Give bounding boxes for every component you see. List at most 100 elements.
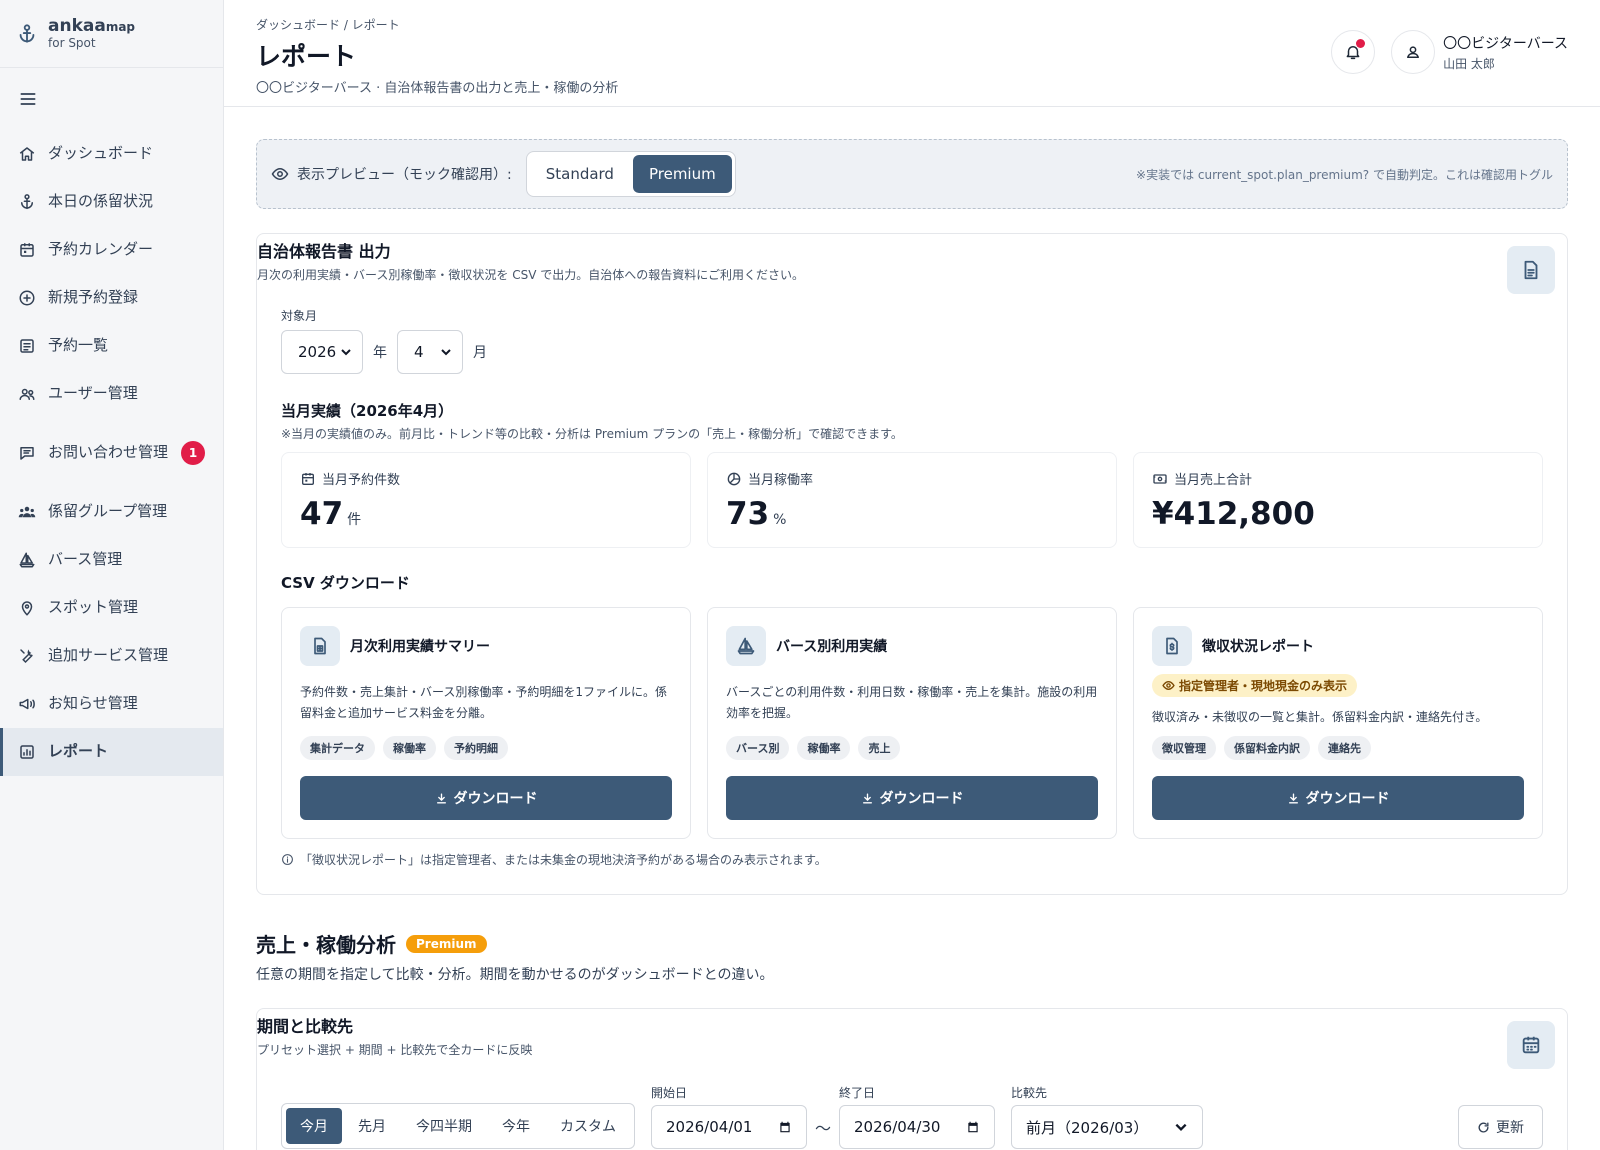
user-name: 〇〇ビジターバース bbox=[1443, 35, 1568, 52]
sidebar-item-dashboard[interactable]: ダッシュボード bbox=[0, 130, 223, 178]
kpi-occupancy: 当月稼働率 73% bbox=[707, 452, 1117, 548]
sidebar-item-reservation-list[interactable]: 予約一覧 bbox=[0, 322, 223, 370]
tool-icon bbox=[20, 649, 33, 664]
pie-chart-icon bbox=[727, 472, 741, 485]
download-card-description: 徴収済み・未徴収の一覧と集計。係留料金内訳・連絡先付き。 bbox=[1152, 710, 1488, 724]
sidebar-item-label: 予約一覧 bbox=[48, 336, 109, 355]
sidebar-item-label: 本日の係留状況 bbox=[48, 192, 154, 211]
tag: 稼働率 bbox=[383, 736, 436, 760]
year-select[interactable]: 2026 bbox=[281, 330, 363, 374]
download-card-monthly-summary: 月次利用実績サマリー 予約件数・売上集計・バース別稼働率・予約明細を1ファイルに… bbox=[281, 607, 691, 839]
report-icon bbox=[20, 745, 34, 759]
user-menu[interactable]: 〇〇ビジターバース 山田 太郎 bbox=[1391, 30, 1568, 74]
sidebar-item-new-reservation[interactable]: 新規予約登録 bbox=[0, 274, 223, 322]
card-description: プリセット選択 + 期間 + 比較先で全カードに反映 bbox=[257, 1043, 533, 1057]
sidebar-item-users[interactable]: ユーザー管理 bbox=[0, 370, 223, 418]
hamburger-icon bbox=[20, 93, 36, 105]
brand-name: ankaamap bbox=[48, 16, 136, 36]
sidebar-item-spots[interactable]: スポット管理 bbox=[0, 584, 223, 632]
period-controls: 今月 先月 今四半期 今年 カスタム 開始日 2026/04/01 〜 終了日 … bbox=[257, 1084, 1567, 1149]
visibility-badge-label: 指定管理者・現地現金のみ表示 bbox=[1179, 679, 1348, 693]
download-card-title: 月次利用実績サマリー bbox=[350, 639, 490, 655]
plan-standard-button[interactable]: Standard bbox=[530, 155, 630, 193]
card-icon-box bbox=[1507, 1021, 1555, 1069]
refresh-button[interactable]: 更新 bbox=[1458, 1105, 1543, 1149]
visibility-badge: 指定管理者・現地現金のみ表示 bbox=[1152, 674, 1358, 697]
map-pin-icon bbox=[21, 601, 33, 616]
start-date-label: 開始日 bbox=[651, 1086, 688, 1100]
file-dollar-icon-box bbox=[1152, 626, 1192, 666]
kpi-label: 当月稼働率 bbox=[748, 473, 814, 488]
breadcrumb[interactable]: ダッシュボード / レポート bbox=[256, 16, 618, 33]
inquiry-count-badge: 1 bbox=[181, 441, 205, 465]
preset-this-month[interactable]: 今月 bbox=[286, 1108, 342, 1144]
sidebar-item-label: 係留グループ管理 bbox=[48, 502, 168, 521]
sidebar-item-inquiries[interactable]: お問い合わせ管理 1 bbox=[0, 418, 223, 488]
start-date-input[interactable]: 2026/04/01 bbox=[651, 1105, 807, 1149]
plan-premium-button[interactable]: Premium bbox=[632, 155, 732, 193]
kpi-value: 47 bbox=[300, 496, 344, 532]
file-spreadsheet-icon-box bbox=[300, 626, 340, 666]
sailboat-icon-box bbox=[726, 626, 766, 666]
download-monthly-summary-button[interactable]: ダウンロード bbox=[300, 776, 672, 820]
sidebar-item-mooring-groups[interactable]: 係留グループ管理 bbox=[0, 488, 223, 536]
refresh-icon bbox=[1478, 1121, 1489, 1133]
file-spreadsheet-icon bbox=[314, 637, 326, 655]
user-sub: 山田 太郎 bbox=[1443, 56, 1495, 71]
sidebar-item-calendar[interactable]: 予約カレンダー bbox=[0, 226, 223, 274]
analysis-subtitle: 任意の期間を指定して比較・分析。期間を動かせるのがダッシュボードとの違い。 bbox=[256, 967, 774, 983]
sidebar-item-reports[interactable]: レポート bbox=[0, 728, 223, 776]
preset-this-quarter[interactable]: 今四半期 bbox=[402, 1108, 486, 1144]
calendar-icon bbox=[968, 1121, 978, 1133]
card-title: 自治体報告書 出力 bbox=[257, 242, 391, 261]
preset-this-year[interactable]: 今年 bbox=[488, 1108, 544, 1144]
megaphone-icon bbox=[19, 698, 35, 710]
download-card-title: バース別利用実績 bbox=[776, 639, 888, 655]
download-card-collection-status: 徴収状況レポート 指定管理者・現地現金のみ表示 徴収済み・未徴収の一覧と集計。係… bbox=[1133, 607, 1543, 839]
sidebar-item-extra-services[interactable]: 追加サービス管理 bbox=[0, 632, 223, 680]
period-comparison-card: 期間と比較先 プリセット選択 + 期間 + 比較先で全カードに反映 今月 先月 … bbox=[256, 1008, 1568, 1150]
sidebar-item-label: ダッシュボード bbox=[48, 144, 154, 163]
tag: 徴収管理 bbox=[1152, 736, 1216, 760]
download-button-label: ダウンロード bbox=[1305, 791, 1390, 807]
home-icon bbox=[19, 147, 35, 161]
sidebar-item-label: ユーザー管理 bbox=[48, 384, 138, 403]
compare-select[interactable]: 前月（2026/03） bbox=[1011, 1105, 1204, 1149]
sailboat-icon bbox=[737, 637, 755, 655]
sidebar-item-today-mooring[interactable]: 本日の係留状況 bbox=[0, 178, 223, 226]
sidebar-item-berths[interactable]: バース管理 bbox=[0, 536, 223, 584]
menu-toggle-button[interactable] bbox=[0, 68, 223, 130]
brand-sub: for Spot bbox=[48, 36, 96, 50]
monthly-summary-note: ※当月の実績値のみ。前月比・トレンド等の比較・分析は Premium プランの「… bbox=[281, 427, 903, 441]
preview-toggle-bar: 表示プレビュー（モック確認用）: Standard Premium ※実装では … bbox=[256, 139, 1568, 209]
sidebar-item-label: 予約カレンダー bbox=[48, 240, 154, 259]
target-month-label: 対象月 bbox=[281, 309, 318, 323]
download-berth-usage-button[interactable]: ダウンロード bbox=[726, 776, 1098, 820]
compare-value: 前月（2026/03） bbox=[1026, 1118, 1149, 1137]
avatar[interactable] bbox=[1391, 30, 1436, 74]
sidebar-item-label: 追加サービス管理 bbox=[48, 646, 169, 665]
download-collection-status-button[interactable]: ダウンロード bbox=[1152, 776, 1524, 820]
sidebar-item-news[interactable]: お知らせ管理 bbox=[0, 680, 223, 728]
tag: 係留料金内訳 bbox=[1224, 736, 1310, 760]
brand[interactable]: ankaamap for Spot bbox=[0, 0, 223, 68]
year-unit: 年 bbox=[373, 345, 387, 361]
notifications-button[interactable] bbox=[1331, 30, 1376, 74]
download-card-description: 予約件数・売上集計・バース別稼働率・予約明細を1ファイルに。係留料金と追加サービ… bbox=[300, 685, 668, 720]
preview-note: ※実装では current_spot.plan_premium? で自動判定。こ… bbox=[1136, 167, 1553, 182]
sidebar-item-label: お知らせ管理 bbox=[48, 694, 138, 713]
end-date-label: 終了日 bbox=[839, 1086, 876, 1100]
main-content: ダッシュボード / レポート レポート 〇〇ビジターバース · 自治体報告書の出… bbox=[224, 0, 1600, 1150]
content-area: 表示プレビュー（モック確認用）: Standard Premium ※実装では … bbox=[224, 107, 1600, 1150]
kpi-label: 当月売上合計 bbox=[1174, 473, 1253, 488]
preset-last-month[interactable]: 先月 bbox=[344, 1108, 400, 1144]
calendar-icon bbox=[1522, 1036, 1540, 1054]
anchor-logo-icon bbox=[19, 23, 35, 43]
anchor-icon bbox=[21, 194, 33, 210]
month-select[interactable]: 4 bbox=[397, 330, 463, 374]
users-icon bbox=[19, 388, 35, 400]
plan-toggle: Standard Premium bbox=[525, 151, 736, 197]
end-date-input[interactable]: 2026/04/30 bbox=[839, 1105, 996, 1149]
kpi-row: 当月予約件数 47 件 当月稼働率 73% 当月売上合計 ¥412,800 bbox=[281, 452, 1543, 548]
preset-custom[interactable]: カスタム bbox=[546, 1108, 630, 1144]
